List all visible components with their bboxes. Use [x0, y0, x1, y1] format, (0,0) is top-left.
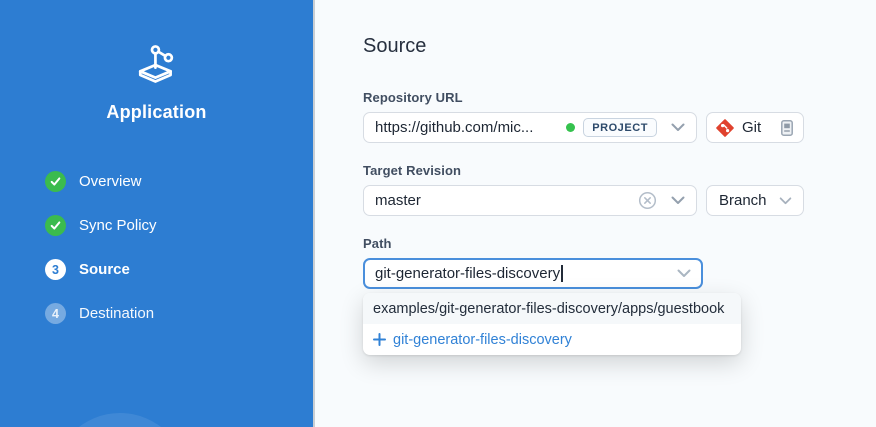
check-circle-icon: [45, 171, 66, 192]
path-create-label: git-generator-files-discovery: [393, 332, 572, 348]
path-suggestion-item[interactable]: examples/git-generator-files-discovery/a…: [363, 293, 741, 324]
revision-type-select[interactable]: Branch: [706, 185, 804, 216]
step-number-badge: 3: [45, 259, 66, 280]
repository-url-label: Repository URL: [363, 90, 876, 105]
repository-url-group: Repository URL https://github.com/mic...…: [363, 90, 876, 143]
wizard-sidebar: Application Overview Sync Policy 3 So: [0, 0, 315, 427]
repository-url-value: https://github.com/mic...: [375, 119, 558, 136]
target-revision-value: master: [375, 192, 630, 209]
step-number-badge: 4: [45, 303, 66, 324]
sidebar-step-destination[interactable]: 4 Destination: [45, 303, 313, 324]
path-label: Path: [363, 236, 876, 251]
path-create-item[interactable]: git-generator-files-discovery: [363, 324, 741, 355]
check-circle-icon: [45, 215, 66, 236]
source-step-panel: Source Repository URL https://github.com…: [315, 0, 876, 427]
repo-type-select[interactable]: Git: [706, 112, 804, 143]
page-title: Source: [363, 35, 876, 58]
step-label: Overview: [79, 173, 142, 190]
target-revision-label: Target Revision: [363, 163, 876, 178]
path-suggestions-dropdown: examples/git-generator-files-discovery/a…: [363, 293, 741, 355]
application-box-icon: [0, 42, 313, 86]
plus-icon: [373, 333, 386, 346]
clear-icon[interactable]: [638, 191, 657, 210]
path-input[interactable]: git-generator-files-discovery: [363, 258, 703, 289]
path-value: git-generator-files-discovery: [375, 265, 560, 282]
step-label: Sync Policy: [79, 217, 157, 234]
repo-type-label: Git: [742, 119, 761, 136]
repository-url-input[interactable]: https://github.com/mic... PROJECT: [363, 112, 697, 143]
select-list-icon[interactable]: [779, 119, 795, 137]
chevron-down-icon[interactable]: [677, 269, 691, 278]
step-label: Source: [79, 261, 130, 278]
wizard-steps: Overview Sync Policy 3 Source 4 Destinat…: [0, 171, 313, 324]
path-group: Path git-generator-files-discovery examp…: [363, 236, 876, 289]
text-cursor: [561, 265, 563, 282]
sidebar-step-sync-policy[interactable]: Sync Policy: [45, 215, 313, 236]
sidebar-step-overview[interactable]: Overview: [45, 171, 313, 192]
chevron-down-icon[interactable]: [671, 196, 685, 205]
application-wizard: Application Overview Sync Policy 3 So: [0, 0, 876, 427]
chevron-down-icon: [779, 197, 792, 205]
connection-status-dot: [566, 123, 575, 132]
project-badge: PROJECT: [583, 118, 657, 137]
wizard-title: Application: [0, 102, 313, 123]
target-revision-group: Target Revision master: [363, 163, 876, 216]
git-icon: [716, 119, 734, 137]
step-label: Destination: [79, 305, 154, 322]
decorative-circle: [53, 413, 187, 427]
sidebar-step-source[interactable]: 3 Source: [45, 259, 313, 280]
target-revision-input[interactable]: master: [363, 185, 697, 216]
chevron-down-icon[interactable]: [671, 123, 685, 132]
revision-type-label: Branch: [719, 192, 767, 209]
